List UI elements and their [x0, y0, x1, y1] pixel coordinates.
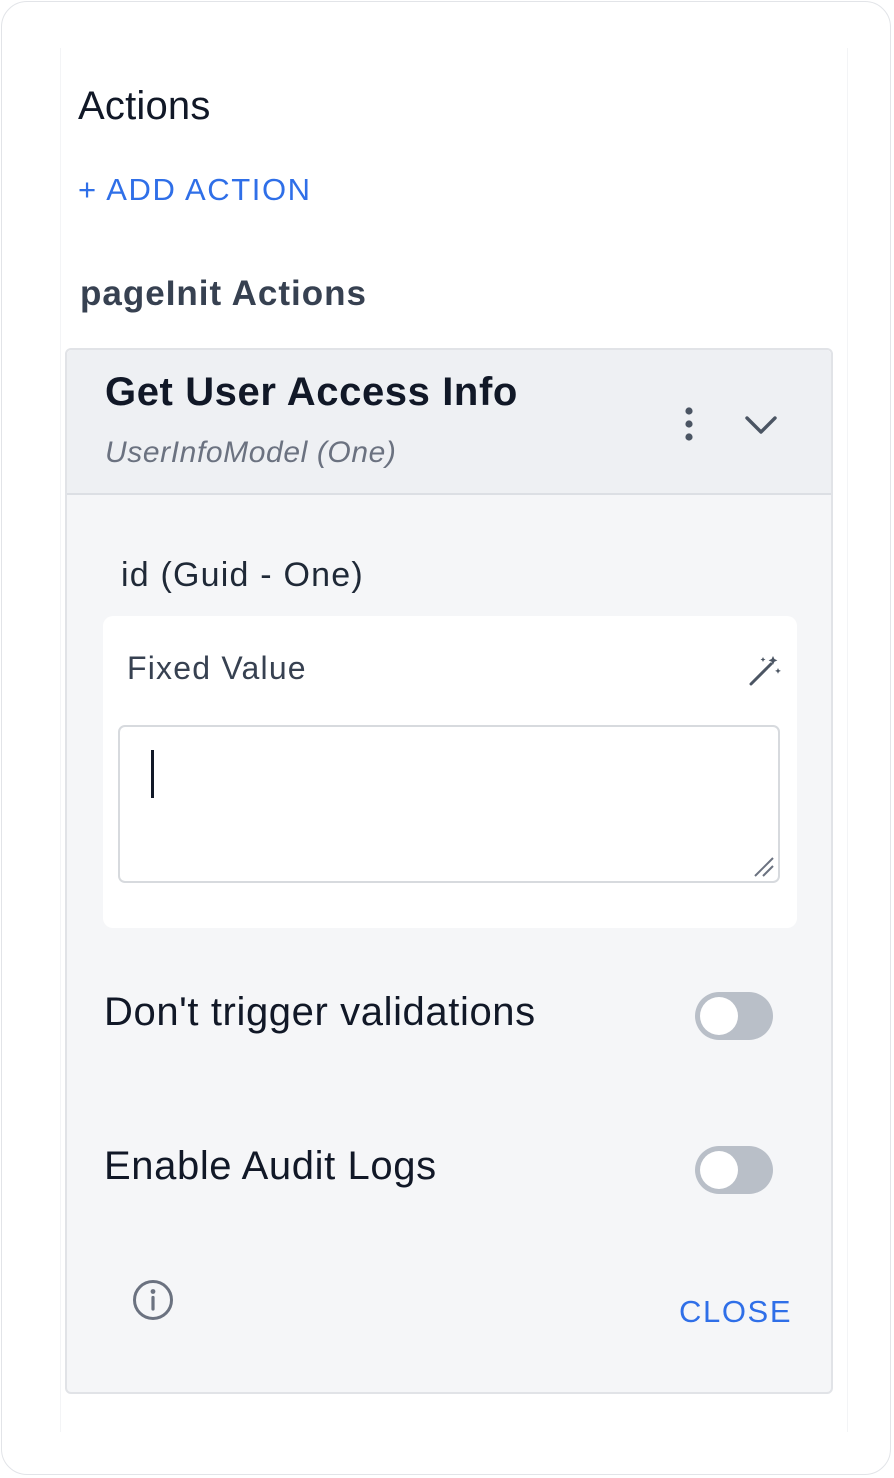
action-card: Get User Access Info UserInfoModel (One)… [65, 348, 833, 1394]
action-subtitle: UserInfoModel (One) [105, 436, 397, 469]
resize-grip-icon[interactable] [751, 854, 775, 878]
section-title: pageInit Actions [80, 274, 367, 313]
dont-trigger-validations-label: Don't trigger validations [104, 990, 536, 1034]
enable-audit-logs-toggle[interactable] [695, 1146, 773, 1194]
toggle-knob [700, 997, 738, 1035]
dont-trigger-validations-toggle[interactable] [695, 992, 773, 1040]
enable-audit-logs-label: Enable Audit Logs [104, 1144, 437, 1188]
chevron-down-icon[interactable] [739, 402, 783, 446]
fixed-value-textarea[interactable] [118, 725, 780, 883]
value-mode-label: Fixed Value [127, 650, 307, 686]
action-title: Get User Access Info [105, 370, 518, 414]
panel-title: Actions [78, 84, 211, 128]
action-card-header[interactable]: Get User Access Info UserInfoModel (One) [67, 350, 831, 495]
add-action-button[interactable]: + ADD ACTION [78, 172, 312, 208]
magic-wand-icon[interactable] [747, 652, 783, 688]
close-button[interactable]: CLOSE [679, 1294, 792, 1330]
param-label: id (Guid - One) [121, 556, 364, 594]
value-box: Fixed Value [103, 616, 797, 928]
toggle-knob [700, 1151, 738, 1189]
text-caret [151, 750, 154, 798]
kebab-menu-icon[interactable] [671, 402, 707, 446]
info-circle-icon[interactable] [131, 1278, 175, 1322]
